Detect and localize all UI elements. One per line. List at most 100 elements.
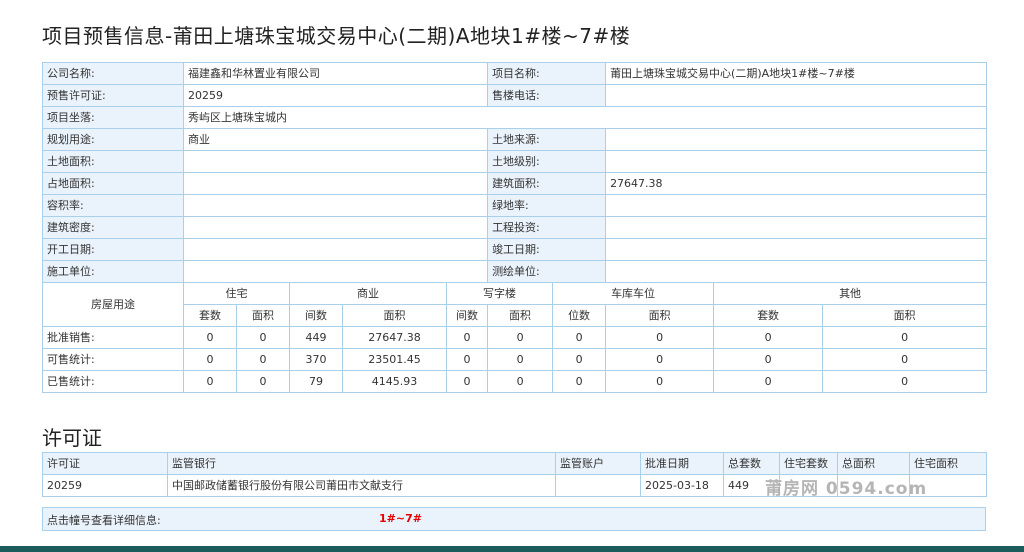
permit-header-cell: 住宅套数: [779, 452, 838, 475]
value-cell: 79: [289, 370, 343, 393]
usage-group-other: 其他: [713, 282, 988, 305]
building-link[interactable]: 1#~7#: [379, 512, 422, 525]
value-cell: 0: [183, 326, 237, 349]
project-location-label: 项目坐落:: [42, 106, 184, 129]
info-row: 占地面积: 建筑面积: 27647.38: [42, 172, 988, 195]
value-cell: 0: [822, 370, 988, 393]
info-row: 规划用途: 商业 土地来源:: [42, 128, 988, 151]
usage-row-approved: 批准销售: 0 0 449 27647.38 0 0 0 0 0 0: [42, 326, 988, 349]
building-area-label: 建筑面积:: [487, 172, 607, 195]
usage-group-office: 写字楼: [445, 282, 554, 305]
company-value: 福建鑫和华林置业有限公司: [182, 62, 489, 85]
subheader-cell: 位数: [552, 304, 607, 327]
subheader-cell: 面积: [822, 304, 988, 327]
value-cell: 0: [713, 370, 824, 393]
subheader-cell: 套数: [183, 304, 237, 327]
company-label: 公司名称:: [42, 62, 184, 85]
project-location-value: 秀屿区上塘珠宝城内: [182, 106, 988, 129]
start-date-label: 开工日期:: [42, 238, 184, 261]
usage-row-available: 可售统计: 0 0 370 23501.45 0 0 0 0 0 0: [42, 348, 988, 371]
investment-value: [605, 216, 988, 239]
permit-section-title: 许可证: [42, 426, 102, 450]
value-cell: 0: [487, 348, 554, 371]
subheader-cell: 面积: [605, 304, 715, 327]
value-cell: 4145.93: [342, 370, 447, 393]
value-cell: 0: [552, 370, 607, 393]
usage-subheader-row: 套数 面积 间数 面积 间数 面积 位数 面积 套数 面积: [43, 304, 988, 327]
occupied-area-label: 占地面积:: [42, 172, 184, 195]
building-density-label: 建筑密度:: [42, 216, 184, 239]
permit-header-cell: 监管账户: [555, 452, 641, 475]
info-row: 建筑密度: 工程投资:: [42, 216, 988, 239]
presale-license-value: 20259: [182, 84, 489, 107]
value-cell: 0: [605, 370, 715, 393]
subheader-cell: 间数: [445, 304, 489, 327]
permit-header-cell: 总面积: [837, 452, 910, 475]
value-cell: 0: [183, 370, 237, 393]
building-density-value: [182, 216, 489, 239]
footer-bar: [0, 546, 1024, 552]
subheader-cell: 面积: [236, 304, 290, 327]
site-watermark: 莆房网 0594.com: [765, 479, 928, 499]
permit-header-row: 许可证 监管银行 监管账户 批准日期 总套数 住宅套数 总面积 住宅面积: [42, 452, 987, 475]
subheader-cell: 面积: [342, 304, 447, 327]
value-cell: 0: [183, 348, 237, 371]
usage-group-residential: 住宅: [183, 282, 290, 305]
subheader-cell: 间数: [289, 304, 343, 327]
land-area-label: 土地面积:: [42, 150, 184, 173]
value-cell: 0: [552, 326, 607, 349]
value-cell: 0: [236, 370, 290, 393]
usage-header: 房屋用途: [42, 282, 184, 327]
row-label: 可售统计:: [42, 348, 184, 371]
info-row: 项目坐落: 秀屿区上塘珠宝城内: [42, 106, 988, 129]
construction-unit-label: 施工单位:: [42, 260, 184, 283]
land-source-label: 土地来源:: [487, 128, 607, 151]
permit-cell: [555, 474, 641, 497]
value-cell: 0: [605, 348, 715, 371]
subheader-cell: 套数: [713, 304, 824, 327]
value-cell: 0: [445, 326, 489, 349]
value-cell: 0: [487, 370, 554, 393]
info-row: 容积率: 绿地率:: [42, 194, 988, 217]
floor-area-ratio-label: 容积率:: [42, 194, 184, 217]
usage-group-commercial: 商业: [289, 282, 447, 305]
row-label: 已售统计:: [42, 370, 184, 393]
floor-area-ratio-value: [182, 194, 489, 217]
completion-date-value: [605, 238, 988, 261]
usage-group-parking: 车库车位: [552, 282, 715, 305]
permit-cell: 20259: [42, 474, 168, 497]
permit-header-cell: 住宅面积: [909, 452, 987, 475]
value-cell: 0: [552, 348, 607, 371]
value-cell: 0: [236, 348, 290, 371]
info-row: 开工日期: 竣工日期:: [42, 238, 988, 261]
usage-group-header-row: 房屋用途 住宅 商业 写字楼 车库车位 其他: [42, 282, 988, 327]
project-name-value: 莆田上塘珠宝城交易中心(二期)A地块1#楼~7#楼: [605, 62, 988, 85]
value-cell: 0: [713, 348, 824, 371]
survey-unit-label: 测绘单位:: [487, 260, 607, 283]
value-cell: 449: [289, 326, 343, 349]
value-cell: 0: [445, 370, 489, 393]
permit-header-cell: 许可证: [42, 452, 168, 475]
start-date-value: [182, 238, 489, 261]
land-level-value: [605, 150, 988, 173]
value-cell: 0: [605, 326, 715, 349]
info-row: 公司名称: 福建鑫和华林置业有限公司 项目名称: 莆田上塘珠宝城交易中心(二期)…: [42, 62, 988, 85]
info-row: 预售许可证: 20259 售楼电话:: [42, 84, 988, 107]
project-name-label: 项目名称:: [487, 62, 607, 85]
investment-label: 工程投资:: [487, 216, 607, 239]
permit-cell: 中国邮政储蓄银行股份有限公司莆田市文献支行: [167, 474, 556, 497]
presale-license-label: 预售许可证:: [42, 84, 184, 107]
value-cell: 27647.38: [342, 326, 447, 349]
value-cell: 0: [445, 348, 489, 371]
planning-use-label: 规划用途:: [42, 128, 184, 151]
building-detail-box: 点击幢号查看详细信息: 1#~7#: [42, 507, 986, 531]
value-cell: 0: [487, 326, 554, 349]
building-area-value: 27647.38: [605, 172, 988, 195]
occupied-area-value: [182, 172, 489, 195]
project-info-table: 公司名称: 福建鑫和华林置业有限公司 项目名称: 莆田上塘珠宝城交易中心(二期)…: [42, 62, 988, 393]
value-cell: 0: [822, 326, 988, 349]
info-row: 施工单位: 测绘单位:: [42, 260, 988, 283]
permit-cell: 2025-03-18: [640, 474, 724, 497]
land-area-value: [182, 150, 489, 173]
construction-unit-value: [182, 260, 489, 283]
